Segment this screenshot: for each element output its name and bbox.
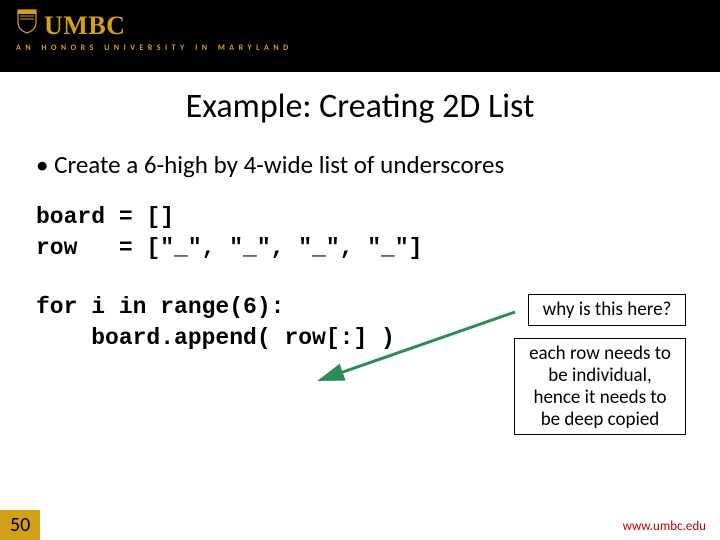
logo: UMBC [16,8,704,41]
slide: UMBC AN HONORS UNIVERSITY IN MARYLAND Ex… [0,0,720,540]
code-line: board = [] [36,204,174,230]
code-block-1: board = [] row = ["_", "_", "_", "_"] [36,202,690,264]
code-line: for i in range(6): [36,294,284,320]
shield-icon [16,8,38,34]
code-line: board.append( row[:] ) [36,325,395,351]
bullet-point: Create a 6-high by 4-wide list of unders… [36,149,690,180]
slide-title: Example: Creating 2D List [30,86,690,127]
header-bar: UMBC AN HONORS UNIVERSITY IN MARYLAND [0,0,720,72]
tagline: AN HONORS UNIVERSITY IN MARYLAND [16,43,704,53]
logo-text: UMBC [44,11,125,41]
annotation-why: why is this here? [528,294,686,326]
footer-url: www.umbc.edu [623,519,706,534]
code-line: row = ["_", "_", "_", "_"] [36,235,422,261]
content-area: Example: Creating 2D List Create a 6-hig… [0,72,720,540]
page-number: 50 [0,510,40,540]
annotation-deepcopy: each row needs to be individual, hence i… [514,338,686,435]
